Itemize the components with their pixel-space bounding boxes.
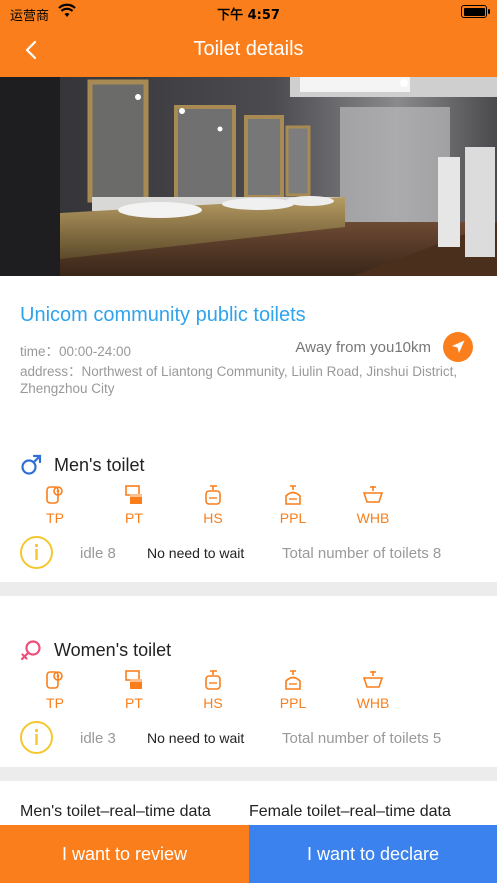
clock: 下午 4:57: [217, 8, 280, 23]
amenity-label: WHB: [356, 695, 390, 711]
amenity-tp: TP: [25, 484, 85, 526]
amenity-hs: HS: [183, 669, 243, 711]
amenity-ppl: PPL: [263, 484, 323, 526]
toilet-paper-icon: [46, 671, 63, 689]
section-divider: [0, 582, 497, 596]
mens-idle-count: idle 8: [80, 545, 116, 562]
paper-towel-icon: [125, 670, 142, 689]
amenity-label: HS: [203, 510, 223, 526]
mens-realtime-tab[interactable]: Men's toilet–real–time data: [20, 803, 211, 820]
amenity-pt: PT: [104, 669, 164, 711]
mens-total-toilets: Total number of toilets 8: [282, 545, 442, 562]
womens-status-row: idle 3 No need to wait Total number of t…: [0, 721, 497, 757]
amenity-whb: WHB: [343, 669, 403, 711]
womens-toilet-header: Women's toilet: [20, 639, 171, 661]
opening-hours: time：00:00-24:00: [20, 344, 132, 359]
womens-amenity-list: TP PT HS PPL WHB: [0, 669, 497, 713]
battery-icon: [461, 5, 490, 18]
realtime-tabs: Men's toilet–real–time data Female toile…: [20, 803, 451, 821]
womens-wait-status: No need to wait: [147, 730, 245, 746]
toilet-paper-icon: [46, 486, 63, 504]
bottom-action-bar: I want to review I want to declare: [0, 825, 497, 883]
page-title: Toilet details: [193, 38, 304, 60]
male-icon: [21, 454, 42, 475]
toilet-photo: [0, 77, 497, 276]
soap-bottle-icon: [285, 670, 301, 690]
amenity-tp: TP: [25, 669, 85, 711]
amenity-whb: WHB: [343, 484, 403, 526]
declare-button[interactable]: I want to declare: [249, 825, 497, 883]
womens-idle-count: idle 3: [80, 730, 116, 747]
amenity-pt: PT: [104, 484, 164, 526]
review-button[interactable]: I want to review: [0, 825, 249, 883]
info-icon: [20, 536, 53, 569]
hand-soap-icon: [205, 670, 221, 690]
amenity-label: PPL: [279, 510, 307, 526]
mens-toilet-header: Men's toilet: [20, 454, 144, 476]
section-divider: [0, 767, 497, 781]
info-icon: [20, 721, 53, 754]
mens-toilet-section: Men's toilet TP PT HS PPL WHB idle 8 No …: [0, 432, 497, 582]
amenity-label: PT: [125, 510, 143, 526]
hand-soap-icon: [205, 485, 221, 505]
amenity-label: HS: [203, 695, 223, 711]
womens-toilet-title: Women's toilet: [54, 639, 172, 660]
paper-towel-icon: [125, 485, 142, 504]
status-bar: 运营商 下午 4:57: [0, 0, 497, 24]
mens-toilet-title: Men's toilet: [54, 454, 145, 475]
soap-bottle-icon: [285, 485, 301, 505]
toilet-name: Unicom community public toilets: [20, 304, 306, 326]
amenity-ppl: PPL: [263, 669, 323, 711]
nav-bar: Toilet details: [0, 24, 497, 77]
wash-basin-icon: [362, 486, 384, 503]
amenity-label: PT: [125, 695, 143, 711]
womens-total-toilets: Total number of toilets 5: [282, 730, 442, 747]
navigation-arrow-icon: [452, 340, 465, 353]
female-icon: [20, 640, 41, 661]
distance-label: Away from you10km: [295, 339, 431, 356]
amenity-label: TP: [46, 695, 64, 711]
mens-amenity-list: TP PT HS PPL WHB: [0, 484, 497, 528]
toilet-info-card: Unicom community public toilets time：00:…: [0, 276, 497, 418]
mens-wait-status: No need to wait: [147, 545, 245, 561]
address: address：Northwest of Liantong Community,…: [20, 364, 458, 396]
navigate-button[interactable]: [443, 332, 473, 362]
amenity-hs: HS: [183, 484, 243, 526]
womens-toilet-section: Women's toilet TP PT HS PPL WHB idle 3 N…: [0, 617, 497, 767]
wash-basin-icon: [362, 671, 384, 688]
female-realtime-tab[interactable]: Female toilet–real–time data: [249, 803, 451, 821]
amenity-label: PPL: [279, 695, 307, 711]
mens-status-row: idle 8 No need to wait Total number of t…: [0, 536, 497, 572]
amenity-label: WHB: [356, 510, 390, 526]
amenity-label: TP: [46, 510, 64, 526]
